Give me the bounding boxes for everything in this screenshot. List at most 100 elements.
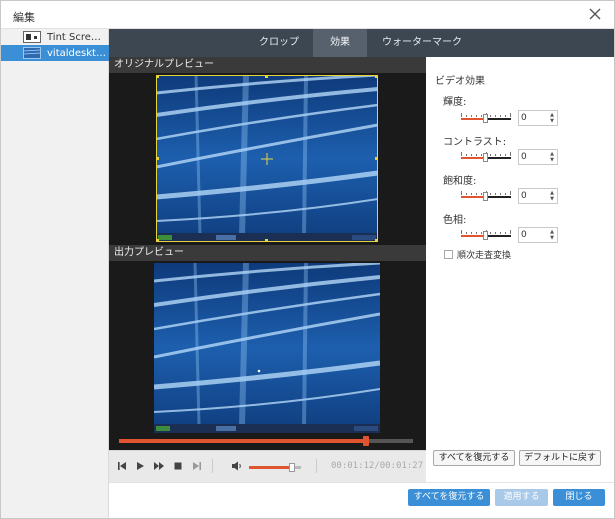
- slider-tick: [466, 154, 467, 156]
- slider-tick: [481, 154, 482, 156]
- slider-track-remaining: [486, 235, 511, 237]
- title-bar: 編集: [1, 1, 614, 29]
- slider-tick: [476, 193, 477, 195]
- slider-handle[interactable]: [483, 192, 488, 201]
- tab-crop[interactable]: クロップ: [249, 29, 309, 57]
- slider-tick: [466, 193, 467, 195]
- volume-icon[interactable]: [231, 460, 243, 472]
- deinterlace-checkbox[interactable]: 順次走査変換: [444, 248, 511, 261]
- restore-default-button[interactable]: デフォルトに戻す: [519, 450, 601, 466]
- saturation-label: 飽和度:: [443, 176, 477, 187]
- hue-input[interactable]: [521, 229, 547, 241]
- stepper-arrows-icon[interactable]: ▲ ▼: [549, 112, 555, 124]
- hue-slider[interactable]: [461, 230, 511, 240]
- hue-label: 色相:: [443, 215, 467, 226]
- volume-handle[interactable]: [288, 463, 295, 472]
- file-name: vitaldesktop…: [47, 47, 107, 59]
- playback-handle[interactable]: [362, 436, 369, 446]
- saturation-stepper[interactable]: ▲▼: [518, 188, 558, 204]
- volume-slider[interactable]: [249, 463, 301, 472]
- file-item-vitaldesktop[interactable]: vitaldesktop…: [1, 45, 109, 61]
- slider-tick: [490, 193, 491, 195]
- slider-tick: [510, 113, 511, 117]
- slider-tick: [505, 154, 506, 156]
- slider-track-remaining: [486, 118, 511, 120]
- slider-track-remaining: [486, 157, 511, 159]
- slider-tick: [510, 152, 511, 156]
- brightness-label: 輝度:: [443, 97, 467, 108]
- video-effects-heading: ビデオ効果: [435, 76, 485, 87]
- effects-panel: ビデオ効果 輝度: ▲▼ コントラスト: ▲▼ 飽和度: ▲▼ 色相: ▲▼ 順…: [426, 57, 614, 482]
- contrast-stepper[interactable]: ▲▼: [518, 149, 558, 165]
- slider-tick: [505, 232, 506, 234]
- fast-forward-icon[interactable]: [153, 460, 165, 472]
- volume-level: [249, 466, 292, 469]
- divider: [212, 459, 213, 473]
- preview-pane: オリジナルプレビュー 出力プレビュー: [109, 57, 426, 450]
- play-icon[interactable]: [134, 460, 146, 472]
- slider-tick: [476, 232, 477, 234]
- file-item-tint-screen[interactable]: Tint Screen…: [1, 29, 109, 45]
- timecode: 00:01:12/00:01:27: [331, 461, 424, 471]
- saturation-input[interactable]: [521, 190, 547, 202]
- brightness-slider[interactable]: [461, 113, 511, 123]
- tab-effects[interactable]: 効果: [313, 29, 367, 57]
- tab-watermark[interactable]: ウォーターマーク: [371, 29, 473, 57]
- original-preview-label: オリジナルプレビュー: [109, 57, 426, 73]
- slider-handle[interactable]: [483, 231, 488, 240]
- slider-tick: [490, 115, 491, 117]
- slider-tick: [471, 193, 472, 195]
- slider-tick: [481, 193, 482, 195]
- original-preview-video[interactable]: [156, 75, 378, 242]
- slider-tick: [500, 193, 501, 195]
- stop-icon[interactable]: [172, 460, 184, 472]
- slider-tick: [500, 232, 501, 234]
- slider-tick: [500, 154, 501, 156]
- brightness-stepper[interactable]: ▲▼: [518, 110, 558, 126]
- playback-scrubber[interactable]: [119, 436, 413, 446]
- playback-progress: [119, 439, 366, 443]
- stepper-arrows-icon[interactable]: ▲ ▼: [549, 229, 555, 241]
- skip-forward-icon[interactable]: [191, 460, 203, 472]
- output-preview-video: [154, 263, 380, 433]
- slider-handle[interactable]: [483, 153, 488, 162]
- divider: [316, 459, 317, 473]
- contrast-input[interactable]: [521, 151, 547, 163]
- file-name: Tint Screen…: [47, 31, 107, 43]
- skip-back-icon[interactable]: [116, 460, 128, 472]
- slider-tick: [495, 232, 496, 234]
- close-button[interactable]: 閉じる: [553, 489, 605, 506]
- slider-tick: [461, 191, 462, 195]
- slider-tick: [471, 232, 472, 234]
- restore-all-button[interactable]: すべてを復元する: [408, 489, 490, 506]
- brightness-input[interactable]: [521, 112, 547, 124]
- slider-tick: [471, 115, 472, 117]
- slider-tick: [466, 232, 467, 234]
- slider-tick: [476, 115, 477, 117]
- output-preview-label: 出力プレビュー: [109, 245, 426, 261]
- contrast-slider[interactable]: [461, 152, 511, 162]
- checkbox-box[interactable]: [444, 250, 453, 259]
- slider-handle[interactable]: [483, 114, 488, 123]
- close-icon[interactable]: [588, 7, 602, 21]
- slider-track-remaining: [486, 196, 511, 198]
- video-thumbnail-icon: [23, 47, 41, 59]
- slider-tick: [510, 191, 511, 195]
- restore-all-effects-button[interactable]: すべてを復元する: [433, 450, 515, 466]
- transport-bar: 00:01:12/00:01:27: [109, 450, 426, 482]
- hue-stepper[interactable]: ▲▼: [518, 227, 558, 243]
- slider-tick: [490, 232, 491, 234]
- edit-dialog: 編集 Tint Screen… vitaldesktop… クロップ 効果 ウォ…: [0, 0, 615, 519]
- stepper-arrows-icon[interactable]: ▲ ▼: [549, 190, 555, 202]
- stepper-arrows-icon[interactable]: ▲ ▼: [549, 151, 555, 163]
- slider-tick: [471, 154, 472, 156]
- window-title: 編集: [13, 11, 35, 24]
- deinterlace-label: 順次走査変換: [457, 251, 512, 261]
- apply-button[interactable]: 適用する: [495, 489, 548, 506]
- saturation-slider[interactable]: [461, 191, 511, 201]
- dialog-footer: すべてを復元する 適用する 閉じる: [109, 482, 614, 518]
- slider-tick: [481, 232, 482, 234]
- slider-tick: [466, 115, 467, 117]
- slider-tick: [505, 193, 506, 195]
- slider-tick: [495, 115, 496, 117]
